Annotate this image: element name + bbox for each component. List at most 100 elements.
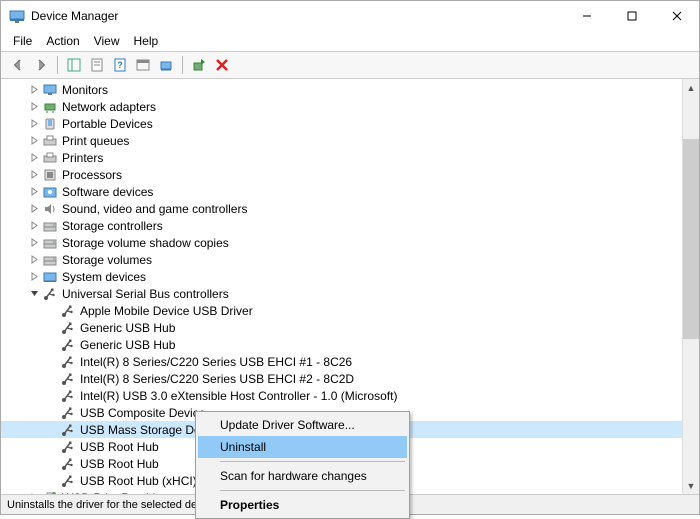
context-menu: Update Driver Software...Uninstall Scan f…	[195, 411, 410, 519]
scroll-up-button[interactable]: ▲	[683, 79, 699, 96]
app-icon	[9, 8, 25, 24]
no-arrow	[46, 407, 58, 419]
menubar: File Action View Help	[1, 31, 699, 51]
tree-item-label: Intel(R) 8 Series/C220 Series USB EHCI #…	[80, 355, 352, 369]
tree-item-label: Storage volume shadow copies	[62, 236, 229, 250]
no-arrow	[46, 458, 58, 470]
tree-item[interactable]: Storage controllers	[1, 217, 682, 234]
uninstall-button[interactable]	[211, 54, 233, 76]
tree-item[interactable]: Apple Mobile Device USB Driver	[1, 302, 682, 319]
minimize-button[interactable]	[564, 1, 609, 31]
tree-item[interactable]: Software devices	[1, 183, 682, 200]
usb-icon	[60, 304, 76, 318]
chevron-right-icon[interactable]	[28, 271, 40, 283]
no-arrow	[46, 390, 58, 402]
chevron-right-icon[interactable]	[28, 203, 40, 215]
tree-item[interactable]: Network adapters	[1, 98, 682, 115]
chevron-down-icon[interactable]	[28, 288, 40, 300]
vertical-scrollbar[interactable]: ▲ ▼	[682, 79, 699, 494]
tree-item-label: Apple Mobile Device USB Driver	[80, 304, 253, 318]
tree-item-label: Intel(R) 8 Series/C220 Series USB EHCI #…	[80, 372, 354, 386]
enable-button[interactable]	[188, 54, 210, 76]
menu-item[interactable]: Properties	[198, 494, 407, 516]
usb-icon	[60, 338, 76, 352]
tree-item-label: Printers	[62, 151, 103, 165]
tree-item[interactable]: Monitors	[1, 81, 682, 98]
usb-icon	[60, 474, 76, 488]
tree-item[interactable]: Intel(R) USB 3.0 eXtensible Host Control…	[1, 387, 682, 404]
chevron-right-icon[interactable]	[28, 169, 40, 181]
menu-file[interactable]: File	[7, 33, 38, 49]
status-text: Uninstalls the driver for the selected d…	[7, 499, 220, 511]
window-title: Device Manager	[31, 9, 564, 23]
chevron-right-icon[interactable]	[28, 237, 40, 249]
storage-icon	[42, 219, 58, 233]
menu-item[interactable]: Uninstall	[198, 436, 407, 458]
menu-view[interactable]: View	[88, 33, 126, 49]
tree-item[interactable]: Print queues	[1, 132, 682, 149]
no-arrow	[46, 305, 58, 317]
tree-item[interactable]: Storage volumes	[1, 251, 682, 268]
network-icon	[42, 100, 58, 114]
tree-item[interactable]: Intel(R) 8 Series/C220 Series USB EHCI #…	[1, 370, 682, 387]
menu-separator	[220, 461, 405, 462]
back-button[interactable]	[7, 54, 29, 76]
system-icon	[42, 270, 58, 284]
maximize-button[interactable]	[609, 1, 654, 31]
help-button[interactable]: ?	[109, 54, 131, 76]
chevron-right-icon[interactable]	[28, 254, 40, 266]
software-icon	[42, 185, 58, 199]
cpu-icon	[42, 168, 58, 182]
portable-icon	[42, 117, 58, 131]
tree-item[interactable]: Universal Serial Bus controllers	[1, 285, 682, 302]
window-controls	[564, 1, 699, 31]
tree-item[interactable]: Printers	[1, 149, 682, 166]
close-button[interactable]	[654, 1, 699, 31]
tree-item[interactable]: Generic USB Hub	[1, 336, 682, 353]
tree-item-label: Software devices	[62, 185, 153, 199]
menu-action[interactable]: Action	[40, 33, 85, 49]
toolbar-separator	[57, 56, 58, 74]
no-arrow	[46, 339, 58, 351]
chevron-right-icon[interactable]	[28, 220, 40, 232]
menu-item[interactable]: Update Driver Software...	[198, 414, 407, 436]
no-arrow	[46, 356, 58, 368]
tree-item[interactable]: Intel(R) 8 Series/C220 Series USB EHCI #…	[1, 353, 682, 370]
scroll-thumb[interactable]	[683, 139, 699, 339]
tree-item-label: Storage volumes	[62, 253, 152, 267]
chevron-right-icon[interactable]	[28, 135, 40, 147]
tree-item-label: USB Root Hub	[80, 440, 159, 454]
tree-item-label: USB Root Hub (xHCI)	[80, 474, 197, 488]
usb-icon	[60, 406, 76, 420]
chevron-right-icon[interactable]	[28, 84, 40, 96]
usb-icon	[60, 457, 76, 471]
menu-separator	[220, 490, 405, 491]
forward-button[interactable]	[30, 54, 52, 76]
tree-item[interactable]: System devices	[1, 268, 682, 285]
tree-item[interactable]: Generic USB Hub	[1, 319, 682, 336]
properties-button[interactable]	[86, 54, 108, 76]
tree-item-label: Portable Devices	[62, 117, 153, 131]
no-arrow	[46, 441, 58, 453]
menu-help[interactable]: Help	[128, 33, 165, 49]
tree-item[interactable]: Storage volume shadow copies	[1, 234, 682, 251]
tree-item-label: Print queues	[62, 134, 129, 148]
chevron-right-icon[interactable]	[28, 152, 40, 164]
chevron-right-icon[interactable]	[28, 118, 40, 130]
show-hide-button[interactable]	[63, 54, 85, 76]
sound-icon	[42, 202, 58, 216]
menu-item[interactable]: Scan for hardware changes	[198, 465, 407, 487]
chevron-right-icon[interactable]	[28, 186, 40, 198]
action-button[interactable]	[132, 54, 154, 76]
scan-button[interactable]	[155, 54, 177, 76]
usb-icon	[42, 287, 58, 301]
scroll-down-button[interactable]: ▼	[683, 477, 699, 494]
tree-item[interactable]: Processors	[1, 166, 682, 183]
toolbar-separator	[182, 56, 183, 74]
tree-item-label: Monitors	[62, 83, 108, 97]
tree-item[interactable]: Portable Devices	[1, 115, 682, 132]
tree-item-label: Universal Serial Bus controllers	[62, 287, 229, 301]
usb-icon	[60, 355, 76, 369]
tree-item[interactable]: Sound, video and game controllers	[1, 200, 682, 217]
chevron-right-icon[interactable]	[28, 101, 40, 113]
